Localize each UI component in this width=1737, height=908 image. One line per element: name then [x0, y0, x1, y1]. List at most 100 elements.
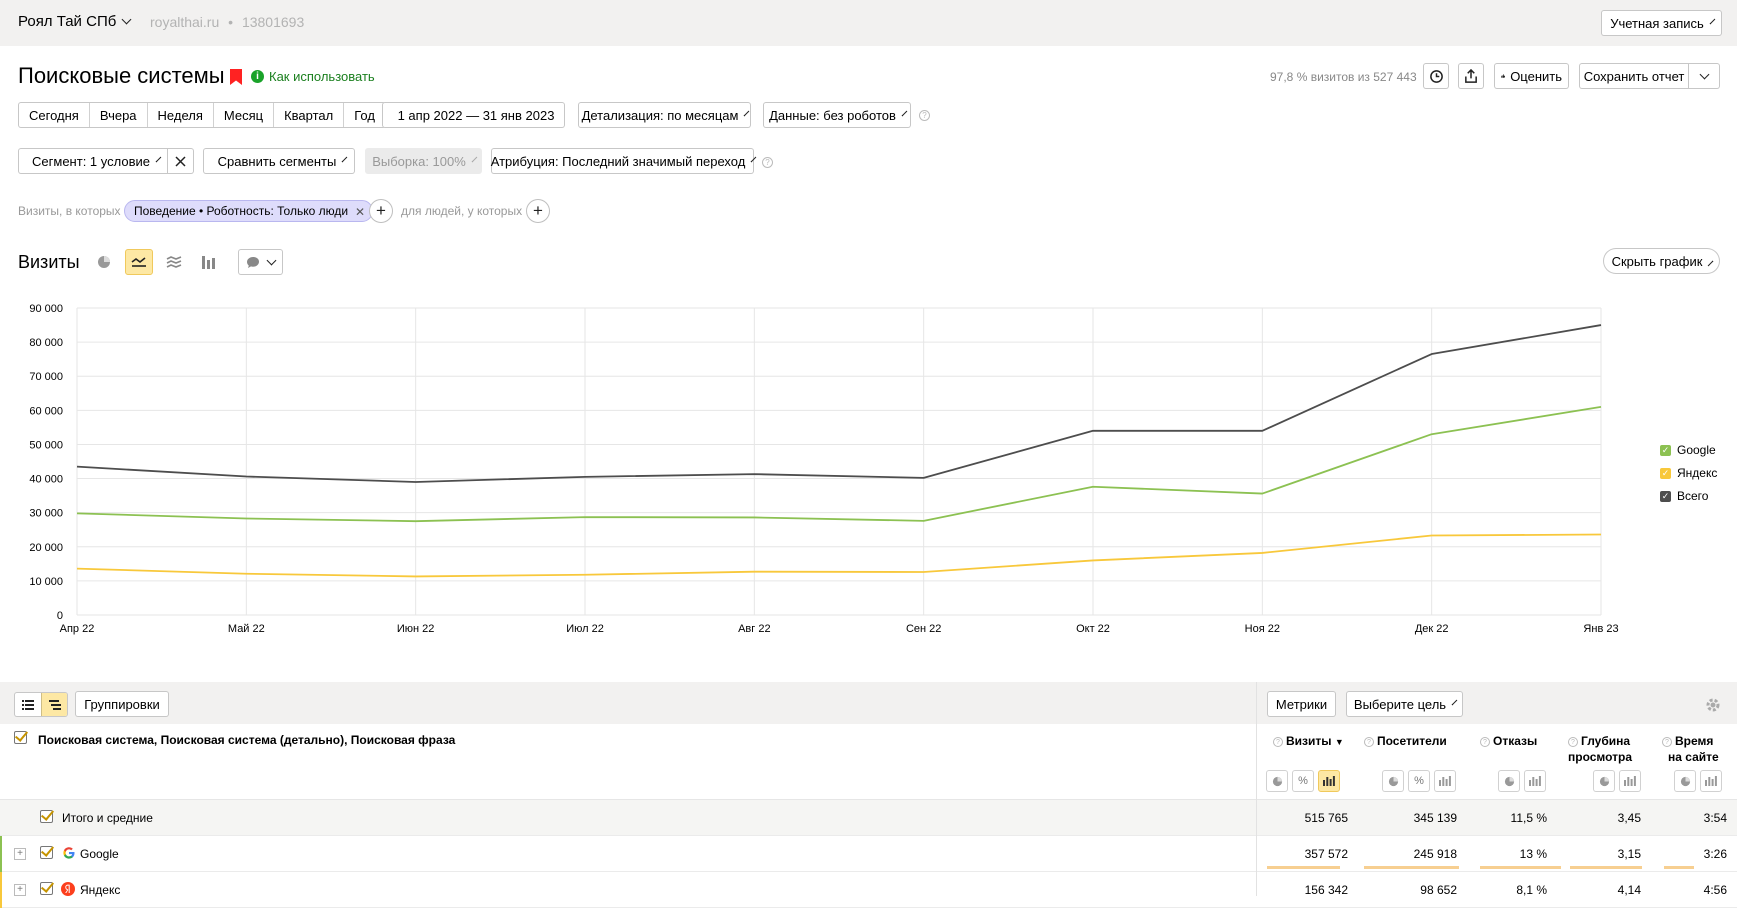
metric-pie-toggle[interactable] [1382, 770, 1404, 792]
period-week[interactable]: Неделя [146, 103, 213, 127]
help-icon[interactable]: ? [1273, 737, 1283, 747]
legend-item-total[interactable]: ✓ Всего [1660, 489, 1708, 503]
metric-bar-toggle[interactable] [1524, 770, 1546, 792]
export-button[interactable] [1458, 63, 1484, 89]
filter-chip[interactable]: Поведение • Роботность: Только люди ✕ [124, 200, 374, 222]
metric-bar-toggle[interactable] [1700, 770, 1722, 792]
share-icon [1465, 68, 1477, 83]
help-icon[interactable]: ? [1568, 737, 1578, 747]
compare-segments-dropdown[interactable]: Сравнить сегменты [203, 148, 355, 174]
goal-label: Выберите цель [1353, 696, 1447, 712]
x-tick-label: Янв 23 [1583, 623, 1618, 635]
period-yesterday[interactable]: Вчера [88, 103, 147, 127]
data-dropdown[interactable]: Данные: без роботов [763, 102, 911, 128]
chart-type-area[interactable] [160, 249, 188, 275]
add-visit-condition-button[interactable]: + [369, 199, 393, 223]
detail-dropdown[interactable]: Детализация: по месяцам [578, 102, 751, 128]
table-row[interactable]: + Google 357 572 245 918 13 % 3,15 3:26 [0, 836, 1737, 872]
help-icon[interactable]: ? [1480, 737, 1490, 747]
dimension-checkbox[interactable] [14, 731, 27, 744]
metric-bar-toggle[interactable] [1434, 770, 1456, 792]
metric-percent-toggle[interactable]: % [1408, 770, 1430, 792]
chevron-down-icon [341, 156, 348, 162]
gear-icon[interactable] [1705, 697, 1721, 713]
bar-chart-icon [1624, 776, 1636, 786]
add-people-condition-button[interactable]: + [526, 199, 550, 223]
metric-pie-toggle[interactable] [1266, 770, 1288, 792]
sample-dropdown[interactable]: Выборка: 100% [365, 148, 482, 174]
row-checkbox[interactable] [40, 846, 53, 859]
chevron-down-icon [901, 110, 908, 116]
groupings-button[interactable]: Группировки [75, 691, 169, 717]
help-icon[interactable]: ? [919, 110, 930, 121]
chevron-down-icon [750, 156, 757, 162]
period-quarter[interactable]: Квартал [273, 103, 343, 127]
expand-icon[interactable]: + [14, 848, 26, 860]
expand-icon[interactable]: + [14, 884, 26, 896]
period-month[interactable]: Месяц [212, 103, 273, 127]
date-range-button[interactable]: 1 апр 2022 — 31 янв 2023 [382, 102, 565, 128]
metrics-label: Метрики [1275, 696, 1328, 712]
segment-dropdown[interactable]: Сегмент: 1 условие [18, 148, 168, 174]
metric-bar-toggle[interactable] [1619, 770, 1641, 792]
help-icon[interactable]: ? [762, 157, 773, 168]
period-today[interactable]: Сегодня [19, 103, 89, 127]
how-to-use-link[interactable]: i Как использовать [251, 69, 375, 84]
segment-clear-button[interactable] [167, 148, 194, 174]
row-checkbox[interactable] [40, 882, 53, 895]
help-icon[interactable]: ? [1364, 737, 1374, 747]
metric-pie-toggle[interactable] [1593, 770, 1615, 792]
legend-item-yandex[interactable]: ✓ Яндекс [1660, 466, 1717, 480]
people-filter-prefix: для людей, у которых [401, 204, 523, 218]
account-button[interactable]: Учетная запись [1601, 10, 1722, 36]
metric-header-bounces[interactable]: ? Отказы [1480, 733, 1537, 749]
metric-header-visits[interactable]: ? Визиты ▼ [1273, 733, 1344, 750]
counter-selector[interactable]: Роял Тай СПб [18, 13, 132, 30]
metric-pie-toggle[interactable] [1674, 770, 1696, 792]
x-tick-label: Ноя 22 [1245, 623, 1280, 635]
y-tick-label: 70 000 [29, 371, 63, 383]
attribution-dropdown[interactable]: Атрибуция: Последний значимый переход [491, 148, 757, 174]
tree-view-button[interactable] [41, 693, 67, 716]
metrics-button[interactable]: Метрики [1267, 691, 1336, 717]
chart-type-pie[interactable] [90, 249, 118, 275]
metric-header-time[interactable]: ? Время на сайте [1662, 733, 1719, 765]
row-checkbox[interactable] [40, 810, 53, 823]
save-report-button[interactable]: Сохранить отчет [1579, 63, 1689, 89]
bookmark-icon[interactable] [230, 69, 242, 85]
metric-pie-toggle[interactable] [1498, 770, 1520, 792]
y-tick-label: 80 000 [29, 337, 63, 349]
rate-button[interactable]: Оценить [1494, 63, 1569, 89]
series-marker [0, 836, 2, 872]
cell-visits: 156 342 [1304, 883, 1348, 897]
history-button[interactable] [1423, 63, 1449, 89]
plus-icon: + [533, 201, 543, 220]
counter-name: Роял Тай СПб [18, 13, 117, 30]
metric-header-visitors[interactable]: ? Посетители [1364, 733, 1447, 749]
groupings-label: Группировки [84, 696, 160, 712]
cell-visitors: 345 139 [1413, 811, 1457, 825]
chart-type-line[interactable] [125, 249, 153, 275]
legend-item-google[interactable]: ✓ Google [1660, 443, 1716, 457]
table-row[interactable]: + Яндекс 156 342 98 652 8,1 % 4,14 4:56 [0, 872, 1737, 908]
list-view-button[interactable] [15, 693, 41, 716]
metric-percent-toggle[interactable]: % [1292, 770, 1314, 792]
chart-type-bar[interactable] [195, 249, 223, 275]
counter-info: royalthai.ru • 13801693 [150, 14, 304, 30]
series-marker [0, 872, 2, 908]
close-icon[interactable]: ✕ [355, 205, 365, 219]
cell-bounce: 11,5 % [1510, 811, 1547, 825]
help-icon[interactable]: ? [1662, 737, 1672, 747]
chevron-down-icon [471, 156, 478, 162]
metric-header-depth[interactable]: ? Глубина просмотра [1568, 733, 1632, 765]
hide-chart-button[interactable]: Скрыть график [1603, 248, 1720, 274]
annotations-dropdown[interactable] [238, 249, 283, 275]
yandex-icon [61, 882, 75, 896]
period-year[interactable]: Год [343, 103, 385, 127]
metric-bar-toggle[interactable] [1318, 770, 1340, 792]
rate-label: Оценить [1510, 68, 1562, 84]
metric-header-label: Посетители [1377, 734, 1447, 748]
table-row-total[interactable]: Итого и средние 515 765 345 139 11,5 % 3… [0, 800, 1737, 836]
goal-dropdown[interactable]: Выберите цель [1346, 691, 1463, 717]
save-report-menu-button[interactable] [1688, 63, 1720, 89]
